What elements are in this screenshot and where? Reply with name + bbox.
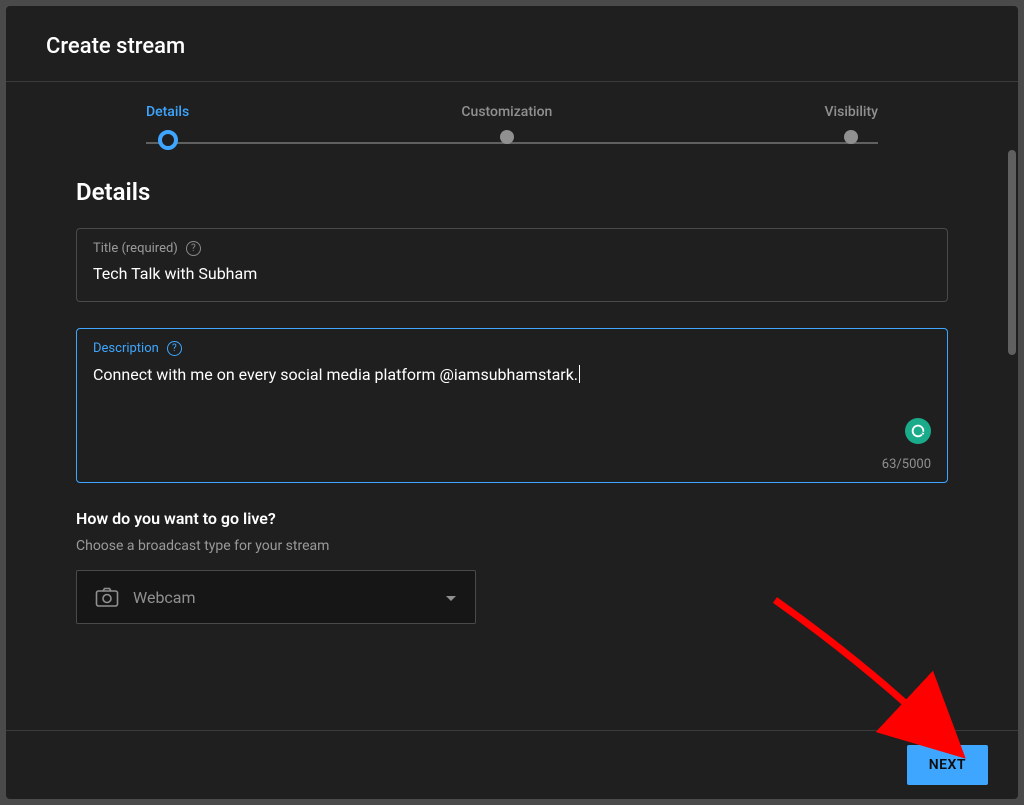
char-count: 63/5000 — [882, 457, 931, 472]
next-button[interactable]: NEXT — [907, 745, 988, 785]
step-visibility[interactable]: Visibility — [825, 104, 878, 144]
description-input[interactable]: Connect with me on every social media pl… — [93, 364, 931, 464]
title-label: Title (required) — [93, 241, 178, 256]
modal-header: Create stream — [6, 6, 1018, 82]
step-details[interactable]: Details — [146, 104, 189, 150]
title-field[interactable]: Title (required) ? Tech Talk with Subham — [76, 228, 948, 302]
step-label: Customization — [461, 104, 552, 120]
text-cursor — [579, 365, 580, 383]
step-label: Visibility — [825, 104, 878, 120]
help-icon[interactable]: ? — [186, 241, 201, 256]
step-dot — [500, 130, 514, 144]
step-label: Details — [146, 104, 189, 120]
create-stream-modal: Create stream Details Customization Visi… — [6, 6, 1018, 799]
content-area: Details Title (required) ? Tech Talk wit… — [6, 150, 1018, 730]
grammarly-icon[interactable] — [905, 418, 931, 444]
stepper: Details Customization Visibility — [6, 82, 1018, 150]
modal-footer: NEXT — [6, 730, 1018, 799]
broadcast-type-select[interactable]: Webcam — [76, 570, 476, 624]
broadcast-section: How do you want to go live? Choose a bro… — [76, 509, 948, 624]
title-label-row: Title (required) ? — [93, 241, 931, 256]
broadcast-question: How do you want to go live? — [76, 509, 948, 528]
description-label-row: Description ? — [93, 341, 931, 356]
description-value-text: Connect with me on every social media pl… — [93, 365, 578, 384]
description-field[interactable]: Description ? Connect with me on every s… — [76, 328, 948, 483]
chevron-down-icon — [445, 588, 457, 607]
broadcast-selected: Webcam — [133, 588, 431, 607]
modal-title: Create stream — [46, 34, 978, 59]
camera-icon — [95, 587, 119, 607]
scrollbar-thumb[interactable] — [1008, 150, 1016, 355]
help-icon[interactable]: ? — [167, 341, 182, 356]
section-heading-details: Details — [76, 178, 948, 206]
step-dot — [844, 130, 858, 144]
step-customization[interactable]: Customization — [461, 104, 552, 144]
broadcast-subtext: Choose a broadcast type for your stream — [76, 538, 948, 554]
description-label: Description — [93, 341, 159, 356]
title-input[interactable]: Tech Talk with Subham — [93, 264, 931, 283]
step-dot-active — [158, 130, 178, 150]
